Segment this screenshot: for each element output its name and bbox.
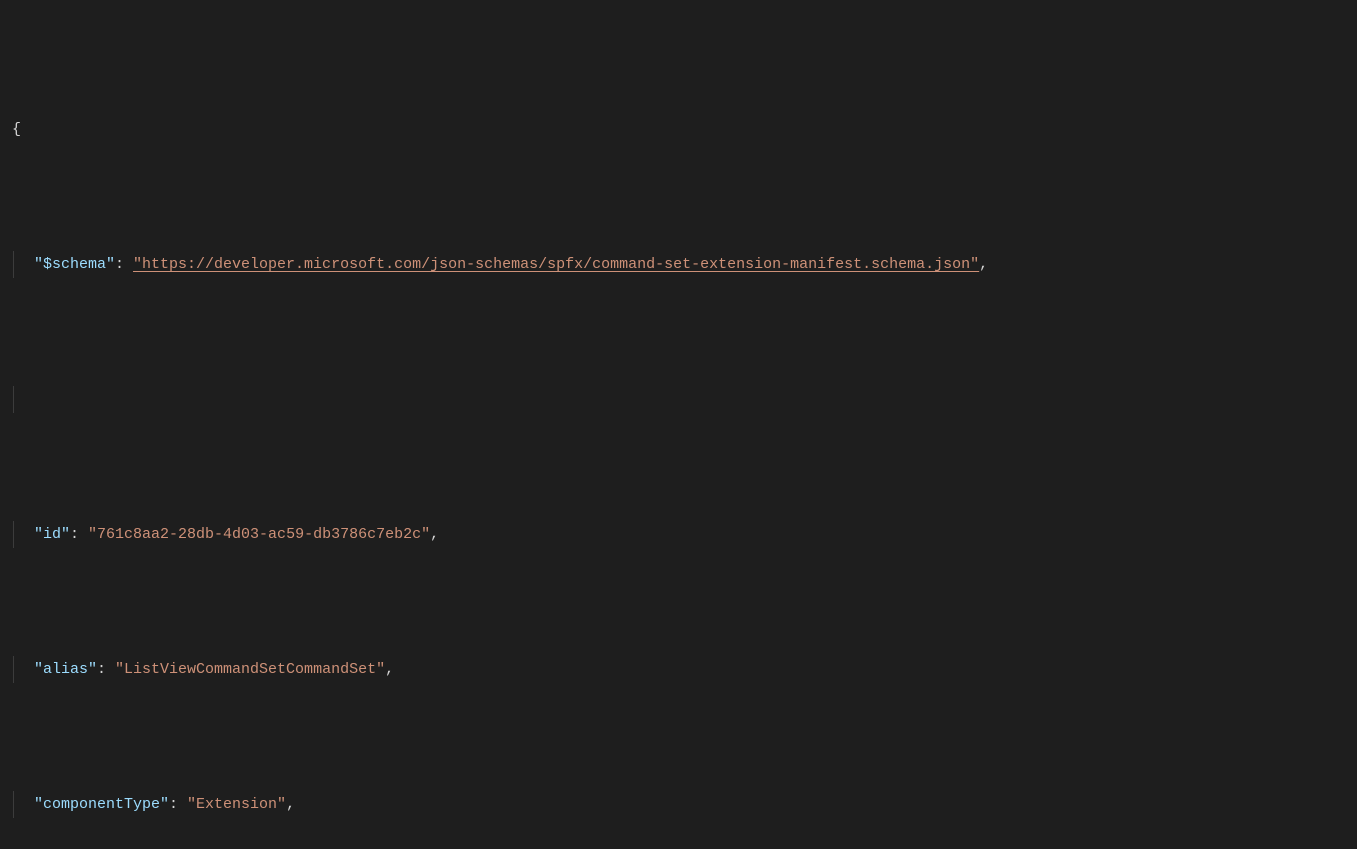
code-line[interactable]: "componentType": "Extension", [0,791,1357,818]
colon: : [169,796,187,813]
json-value-schema[interactable]: "https://developer.microsoft.com/json-sc… [133,256,979,273]
comma: , [430,526,439,543]
colon: : [115,256,133,273]
brace-open: { [12,121,21,138]
json-value-id: "761c8aa2-28db-4d03-ac59-db3786c7eb2c" [88,526,430,543]
code-editor[interactable]: { "$schema": "https://developer.microsof… [0,0,1357,849]
code-line[interactable]: "alias": "ListViewCommandSetCommandSet", [0,656,1357,683]
json-value-alias: "ListViewCommandSetCommandSet" [115,661,385,678]
json-key-alias: "alias" [34,661,97,678]
code-line[interactable]: "id": "761c8aa2-28db-4d03-ac59-db3786c7e… [0,521,1357,548]
json-key-componenttype: "componentType" [34,796,169,813]
code-line-blank[interactable] [0,386,1357,413]
colon: : [70,526,88,543]
colon: : [97,661,115,678]
comma: , [979,256,988,273]
json-key-schema: "$schema" [34,256,115,273]
comma: , [385,661,394,678]
code-line[interactable]: "$schema": "https://developer.microsoft.… [0,251,1357,278]
json-key-id: "id" [34,526,70,543]
code-line[interactable]: { [0,116,1357,143]
comma: , [286,796,295,813]
json-value-componenttype: "Extension" [187,796,286,813]
